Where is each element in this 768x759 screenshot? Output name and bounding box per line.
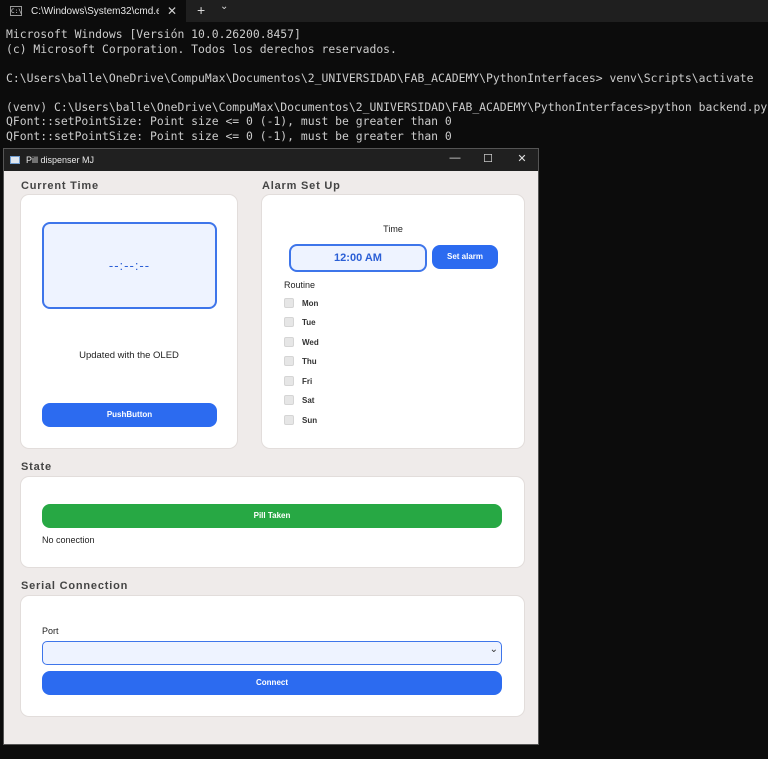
day-checkbox-fri[interactable]: Fri: [284, 376, 312, 386]
window-title: Pill dispenser MJ: [26, 155, 95, 165]
window-body: Current Time --:--:-- Updated with the O…: [4, 171, 538, 744]
terminal-line: QFont::setPointSize: Point size <= 0 (-1…: [6, 114, 452, 128]
checkbox[interactable]: [284, 415, 294, 425]
day-label: Thu: [302, 356, 317, 366]
clock-display: --:--:--: [42, 222, 217, 309]
terminal-line: QFont::setPointSize: Point size <= 0 (-1…: [6, 128, 452, 143]
close-window-icon[interactable]: ✕: [514, 152, 530, 165]
terminal-line: Microsoft Windows [Versión 10.0.26200.84…: [6, 27, 301, 41]
checkbox[interactable]: [284, 356, 294, 366]
port-label: Port: [42, 626, 59, 636]
checkbox[interactable]: [284, 395, 294, 405]
state-title: State: [21, 461, 52, 473]
day-label: Sun: [302, 415, 318, 425]
day-checkbox-sat[interactable]: Sat: [284, 395, 314, 405]
day-label: Tue: [302, 317, 316, 327]
state-card: Pill Taken No conection: [20, 476, 525, 568]
checkbox[interactable]: [284, 376, 294, 386]
port-select[interactable]: ⌄: [42, 641, 502, 665]
day-checkbox-tue[interactable]: Tue: [284, 317, 316, 327]
terminal-output: Microsoft Windows [Versión 10.0.26200.84…: [6, 27, 767, 143]
alarm-title: Alarm Set Up: [262, 180, 341, 192]
terminal-line: (venv) C:\Users\balle\OneDrive\CompuMax\…: [6, 99, 768, 114]
alarm-time-edit[interactable]: 12:00 AM: [289, 244, 427, 272]
push-button[interactable]: PushButton: [42, 403, 217, 427]
serial-title: Serial Connection: [21, 580, 129, 592]
clock-caption: Updated with the OLED: [79, 350, 179, 361]
connection-status: No conection: [42, 535, 95, 545]
terminal-tab-bar: C:\ C:\Windows\System32\cmd.e ✕ + ⌄: [0, 0, 768, 22]
chevron-down-icon[interactable]: ⌄: [490, 644, 498, 655]
maximize-icon[interactable]: ☐: [480, 152, 496, 165]
pill-dispenser-window: Pill dispenser MJ — ☐ ✕ Current Time --:…: [3, 148, 539, 745]
alarm-card: Time 12:00 AM Set alarm Routine Mon Tue …: [261, 194, 525, 449]
current-time-title: Current Time: [21, 180, 99, 192]
chevron-down-icon[interactable]: ⌄: [220, 1, 228, 12]
current-time-card: --:--:-- Updated with the OLED PushButto…: [20, 194, 238, 449]
day-label: Sat: [302, 395, 315, 405]
terminal-line: (c) Microsoft Corporation. Todos los der…: [6, 41, 397, 56]
window-titlebar[interactable]: Pill dispenser MJ — ☐ ✕: [4, 149, 538, 171]
day-label: Fri: [302, 376, 313, 386]
terminal-line: C:\Users\balle\OneDrive\CompuMax\Documen…: [6, 70, 754, 85]
checkbox[interactable]: [284, 317, 294, 327]
day-checkbox-mon[interactable]: Mon: [284, 298, 318, 308]
terminal-tab-title: C:\Windows\System32\cmd.e: [31, 5, 159, 17]
close-tab-icon[interactable]: ✕: [167, 4, 177, 18]
terminal-tab[interactable]: C:\ C:\Windows\System32\cmd.e ✕: [0, 0, 186, 22]
set-alarm-button[interactable]: Set alarm: [432, 245, 498, 269]
cmd-icon: C:\: [10, 6, 22, 16]
serial-card: Port ⌄ Connect: [20, 595, 525, 717]
day-checkbox-thu[interactable]: Thu: [284, 356, 317, 366]
checkbox[interactable]: [284, 337, 294, 347]
app-icon: [10, 156, 20, 164]
minimize-icon[interactable]: —: [447, 152, 463, 164]
day-checkbox-sun[interactable]: Sun: [284, 415, 317, 425]
connect-button[interactable]: Connect: [42, 671, 502, 695]
day-checkbox-wed[interactable]: Wed: [284, 337, 319, 347]
time-label: Time: [383, 224, 403, 234]
routine-label: Routine: [284, 280, 316, 290]
day-label: Mon: [302, 298, 319, 308]
day-label: Wed: [302, 337, 319, 347]
new-tab-plus-icon[interactable]: +: [197, 2, 205, 18]
checkbox[interactable]: [284, 298, 294, 308]
pill-taken-button[interactable]: Pill Taken: [42, 504, 502, 528]
